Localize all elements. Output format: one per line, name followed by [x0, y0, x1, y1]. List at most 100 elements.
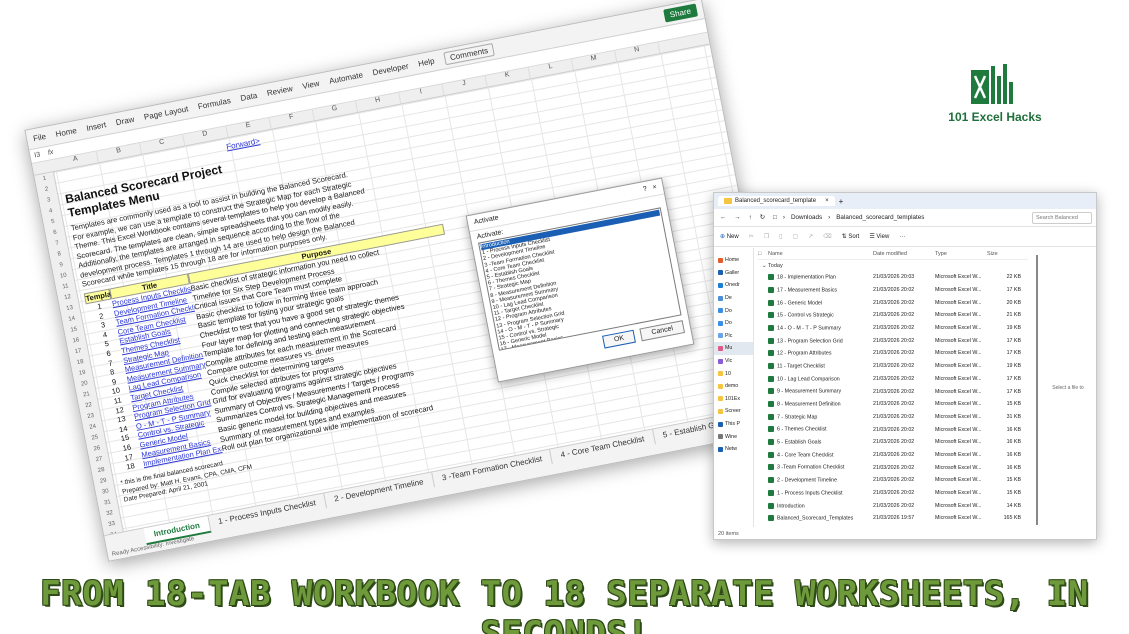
cut-icon[interactable]: ✂ [749, 233, 754, 240]
file-name[interactable]: Balanced_Scorecard_Templates [768, 515, 873, 522]
select-all-checkbox[interactable]: □ [758, 251, 768, 257]
refresh-icon[interactable]: ↻ [760, 214, 765, 221]
file-row[interactable]: 15 - Control vs Strategic 21/03/2026 20:0… [758, 309, 1028, 322]
ribbon-tab-insert[interactable]: Insert [86, 120, 107, 133]
file-name[interactable]: 1 - Process Inputs Checklist [768, 489, 873, 496]
file-row[interactable]: Introduction 21/03/2026 20:02 Microsoft Ex… [758, 499, 1028, 512]
forward-arrow-icon[interactable]: → [734, 214, 740, 221]
file-row[interactable]: Balanced_Scorecard_Templates 21/03/2026 1… [758, 512, 1028, 525]
close-icon[interactable]: × [825, 198, 829, 204]
sort-button[interactable]: ⇅ Sort [842, 233, 860, 240]
share-icon[interactable]: ↗ [808, 233, 813, 240]
file-row[interactable]: 9 - Measurement Summary 21/03/2026 20:02 M… [758, 385, 1028, 398]
rename-icon[interactable]: ▢ [792, 233, 798, 240]
col-size[interactable]: Size [987, 251, 1025, 257]
file-row[interactable]: 4 - Core Team Checklist 21/03/2026 20:02 M… [758, 449, 1028, 462]
file-name[interactable]: 3 -Team Formation Checklist [768, 464, 873, 471]
file-row[interactable]: 6 - Themes Checklist 21/03/2026 20:02 Micr… [758, 423, 1028, 436]
copy-icon[interactable]: ❐ [764, 233, 769, 240]
file-name[interactable]: Introduction [768, 502, 873, 509]
file-name[interactable]: 17 - Measurement Basics [768, 286, 873, 293]
up-arrow-icon[interactable]: ↑ [749, 214, 752, 221]
file-row[interactable]: 11 - Target Checklist 21/03/2026 20:02 Mic… [758, 360, 1028, 373]
nav-item[interactable]: Screer [714, 405, 753, 418]
help-icon[interactable]: ? [642, 186, 647, 194]
nav-item[interactable]: Pic [714, 330, 753, 343]
col-type[interactable]: Type [935, 251, 987, 257]
file-name[interactable]: 7 - Strategic Map [768, 413, 873, 420]
file-name[interactable]: 13 - Program Selection Grid [768, 337, 873, 344]
file-row[interactable]: 3 -Team Formation Checklist 21/03/2026 20… [758, 461, 1028, 474]
col-date[interactable]: Date modified [873, 251, 935, 257]
file-name[interactable]: 4 - Core Team Checklist [768, 451, 873, 458]
nav-item[interactable]: De [714, 292, 753, 305]
breadcrumb-downloads[interactable]: Downloads [791, 214, 822, 221]
file-row[interactable]: 10 - Lag Lead Comparison 21/03/2026 20:02… [758, 373, 1028, 386]
ribbon-tab-help[interactable]: Help [417, 56, 435, 68]
new-button[interactable]: ⊕ New [720, 233, 739, 240]
col-name[interactable]: Name [768, 251, 873, 257]
file-name[interactable]: 16 - Generic Model [768, 299, 873, 306]
ribbon-tab-view[interactable]: View [302, 79, 321, 91]
nav-item[interactable]: Mu [714, 342, 753, 355]
nav-item[interactable]: Wine [714, 430, 753, 443]
file-row[interactable]: 18 - Implementation Plan 21/03/2026 20:03… [758, 271, 1028, 284]
back-arrow-icon[interactable]: ← [720, 214, 726, 221]
new-tab-icon[interactable]: + [839, 197, 844, 206]
file-row[interactable]: 17 - Measurement Basics 21/03/2026 20:02 M… [758, 284, 1028, 297]
file-name[interactable]: 14 - O - M - T - P Summary [768, 324, 873, 331]
scrollbar[interactable] [1036, 255, 1038, 525]
close-icon[interactable]: × [652, 184, 657, 192]
nav-item[interactable]: Do [714, 304, 753, 317]
nav-item[interactable]: Galler [714, 267, 753, 280]
file-name[interactable]: 9 - Measurement Summary [768, 388, 873, 395]
ribbon-tab-file[interactable]: File [32, 132, 46, 143]
group-today[interactable]: ⌄ Today [758, 260, 1028, 271]
nav-item[interactable]: Home [714, 254, 753, 267]
name-box[interactable]: I3 [34, 151, 41, 159]
nav-item[interactable]: Netw [714, 443, 753, 456]
breadcrumb-folder[interactable]: Balanced_scorecard_templates [836, 214, 924, 221]
ribbon-tab-draw[interactable]: Draw [115, 115, 135, 127]
view-button[interactable]: ☰ View [869, 233, 889, 240]
file-name[interactable]: 11 - Target Checklist [768, 362, 873, 369]
explorer-tab[interactable]: Balanced_scorecard_template × [718, 196, 835, 206]
file-row[interactable]: 7 - Strategic Map 21/03/2026 20:02 Microso… [758, 411, 1028, 424]
ribbon-tab-formulas[interactable]: Formulas [197, 96, 231, 111]
file-name[interactable]: 6 - Themes Checklist [768, 426, 873, 433]
nav-item[interactable]: 101Ex [714, 393, 753, 406]
file-name[interactable]: 15 - Control vs Strategic [768, 312, 873, 319]
paste-icon[interactable]: ▯ [779, 233, 782, 240]
file-name[interactable]: 5 - Establish Goals [768, 439, 873, 445]
ribbon-tab-home[interactable]: Home [55, 126, 78, 139]
delete-icon[interactable]: ⌫ [823, 233, 831, 240]
file-row[interactable]: 14 - O - M - T - P Summary 21/03/2026 20:… [758, 322, 1028, 335]
file-row[interactable]: 13 - Program Selection Grid 21/03/2026 20… [758, 334, 1028, 347]
ribbon-tab-review[interactable]: Review [266, 84, 293, 98]
cancel-button[interactable]: Cancel [639, 320, 686, 342]
search-input[interactable]: Search Balanced [1032, 211, 1092, 224]
nav-item[interactable]: demo [714, 380, 753, 393]
share-button[interactable]: Share [662, 3, 699, 23]
ribbon-tab-developer[interactable]: Developer [372, 61, 410, 77]
file-row[interactable]: 12 - Program Attributes 21/03/2026 20:02 M… [758, 347, 1028, 360]
more-icon[interactable]: ··· [899, 234, 905, 240]
forward-link[interactable]: Forward> [226, 136, 261, 151]
file-row[interactable]: 8 - Measurement Definition 21/03/2026 20:… [758, 398, 1028, 411]
file-name[interactable]: 12 - Program Attributes [768, 350, 873, 357]
nav-item[interactable]: Do [714, 317, 753, 330]
nav-item[interactable]: This P [714, 418, 753, 431]
file-name[interactable]: 18 - Implementation Plan [768, 274, 873, 281]
nav-item[interactable]: Vic [714, 355, 753, 368]
file-name[interactable]: 2 - Development Timeline [768, 477, 873, 484]
breadcrumb[interactable]: □ › Downloads › Balanced_scorecard_templ… [773, 214, 1024, 221]
ribbon-tab-data[interactable]: Data [240, 91, 258, 103]
nav-item[interactable]: 10 [714, 367, 753, 380]
ribbon-tab-automate[interactable]: Automate [328, 70, 363, 85]
file-row[interactable]: 2 - Development Timeline 21/03/2026 20:02… [758, 474, 1028, 487]
file-row[interactable]: 1 - Process Inputs Checklist 21/03/2026 2… [758, 487, 1028, 500]
file-row[interactable]: 5 - Establish Goals 21/03/2026 20:02 Micro… [758, 436, 1028, 449]
ribbon-tab-page-layout[interactable]: Page Layout [143, 104, 189, 121]
nav-item[interactable]: Onedr [714, 279, 753, 292]
file-name[interactable]: 10 - Lag Lead Comparison [768, 375, 873, 382]
